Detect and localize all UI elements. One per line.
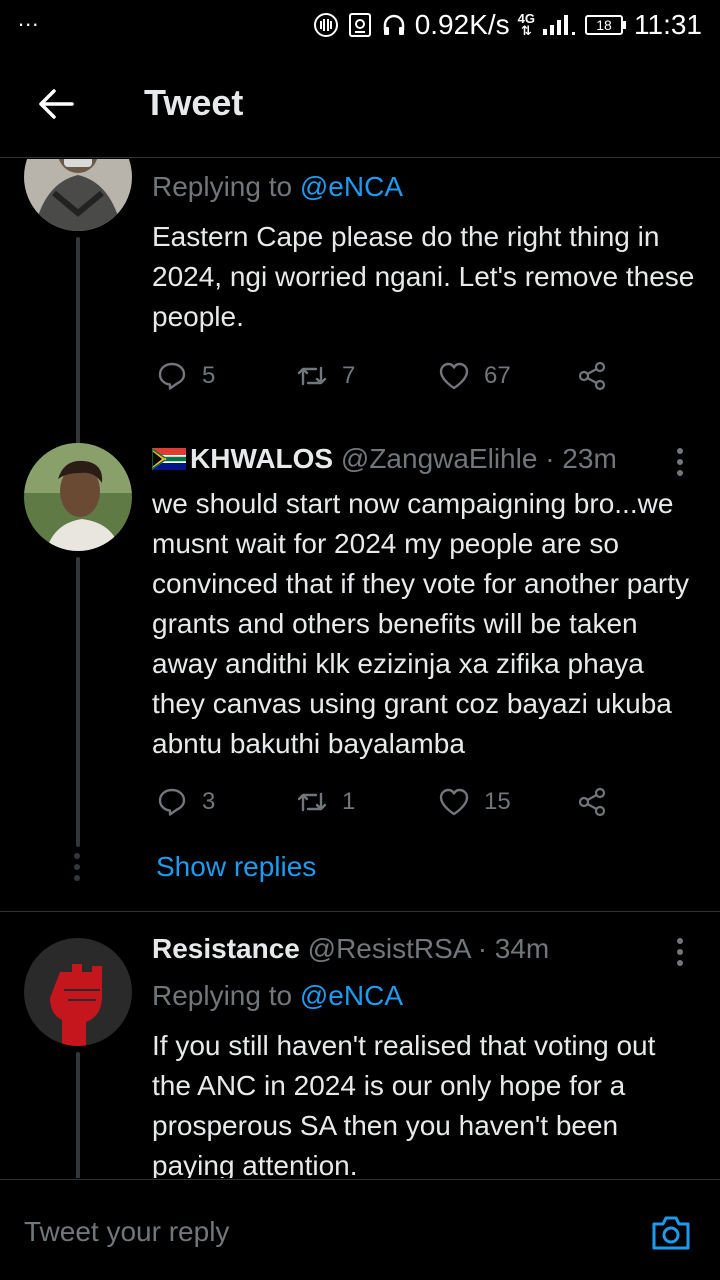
retweet-count: 7 [342, 362, 356, 389]
battery-icon: 18 [585, 15, 626, 35]
clock: 11:31 [634, 9, 702, 40]
like-button[interactable]: 67 [438, 360, 511, 392]
battery-level: 18 [585, 15, 623, 35]
thread-continuation-dots [74, 853, 82, 886]
vibrate-icon [313, 13, 338, 37]
tweet-author[interactable]: KHWALOS @ZangwaElihle · 23m [152, 443, 617, 475]
signal-icon [543, 15, 575, 35]
status-bar: ... 0.92K/s 4G ⇅ 18 11:31 [0, 0, 720, 52]
tweet-text: Eastern Cape please do the right thing i… [152, 221, 695, 332]
camera-icon[interactable] [650, 1212, 692, 1252]
retweet-button[interactable]: 7 [296, 360, 355, 392]
notification-dots: ... [18, 6, 40, 31]
display-name: Resistance [152, 933, 300, 964]
reply-button[interactable]: 5 [156, 360, 215, 392]
reply-count: 3 [202, 788, 216, 815]
reply-input[interactable]: Tweet your reply [24, 1216, 229, 1248]
more-options-icon[interactable] [670, 445, 690, 479]
mention-link[interactable]: @eNCA [300, 171, 403, 202]
top-app-bar: Tweet [0, 52, 720, 158]
tweet-text: If you still haven't realised that votin… [152, 1030, 656, 1178]
tweet-feed[interactable]: Replying to @eNCA Eastern Cape please do… [0, 159, 720, 1178]
thread-line [76, 1052, 80, 1178]
tweet-time: · 34m [477, 933, 550, 964]
divider [0, 911, 720, 912]
share-icon [578, 361, 606, 391]
like-count: 15 [484, 788, 511, 815]
share-button[interactable] [576, 360, 608, 392]
show-replies-link[interactable]: Show replies [156, 851, 316, 883]
screenshot-icon [348, 13, 371, 37]
headphones-icon [383, 14, 404, 35]
more-options-icon[interactable] [670, 935, 690, 969]
user-handle: @ResistRSA [307, 933, 470, 964]
like-count: 67 [484, 362, 511, 389]
like-button[interactable]: 15 [438, 786, 511, 818]
share-icon [578, 787, 606, 817]
avatar[interactable] [24, 938, 132, 1046]
retweet-button[interactable]: 1 [296, 786, 355, 818]
heart-icon [439, 362, 469, 390]
thread-line [76, 557, 80, 847]
page-title: Tweet [144, 82, 244, 123]
reply-composer[interactable]: Tweet your reply [0, 1179, 720, 1280]
replying-to: Replying to @eNCA [152, 980, 403, 1011]
avatar[interactable] [24, 159, 132, 231]
south-africa-flag-icon [152, 448, 186, 470]
tweet-text: we should start now campaigning bro...we… [152, 488, 689, 759]
avatar[interactable] [24, 443, 132, 551]
retweet-count: 1 [342, 788, 356, 815]
tweet-time: · 23m [545, 443, 617, 474]
replying-to: Replying to @eNCA [152, 171, 403, 202]
reply-icon [158, 362, 186, 390]
reply-icon [158, 788, 186, 816]
network-speed: 0.92K/s [414, 9, 510, 40]
network-type: 4G ⇅ [517, 11, 535, 38]
tweet-actions: 5 7 67 [156, 360, 626, 396]
heart-icon [439, 788, 469, 816]
share-button[interactable] [576, 786, 608, 818]
user-handle: @ZangwaElihle [340, 443, 538, 474]
retweet-icon [297, 792, 327, 812]
display-name: KHWALOS [190, 443, 334, 474]
retweet-icon [297, 366, 327, 386]
back-arrow-icon[interactable] [36, 84, 76, 124]
tweet-author[interactable]: Resistance @ResistRSA · 34m [152, 933, 549, 965]
reply-count: 5 [202, 362, 216, 389]
mention-link[interactable]: @eNCA [300, 980, 403, 1011]
tweet-actions: 3 1 15 [156, 786, 626, 822]
reply-button[interactable]: 3 [156, 786, 215, 818]
